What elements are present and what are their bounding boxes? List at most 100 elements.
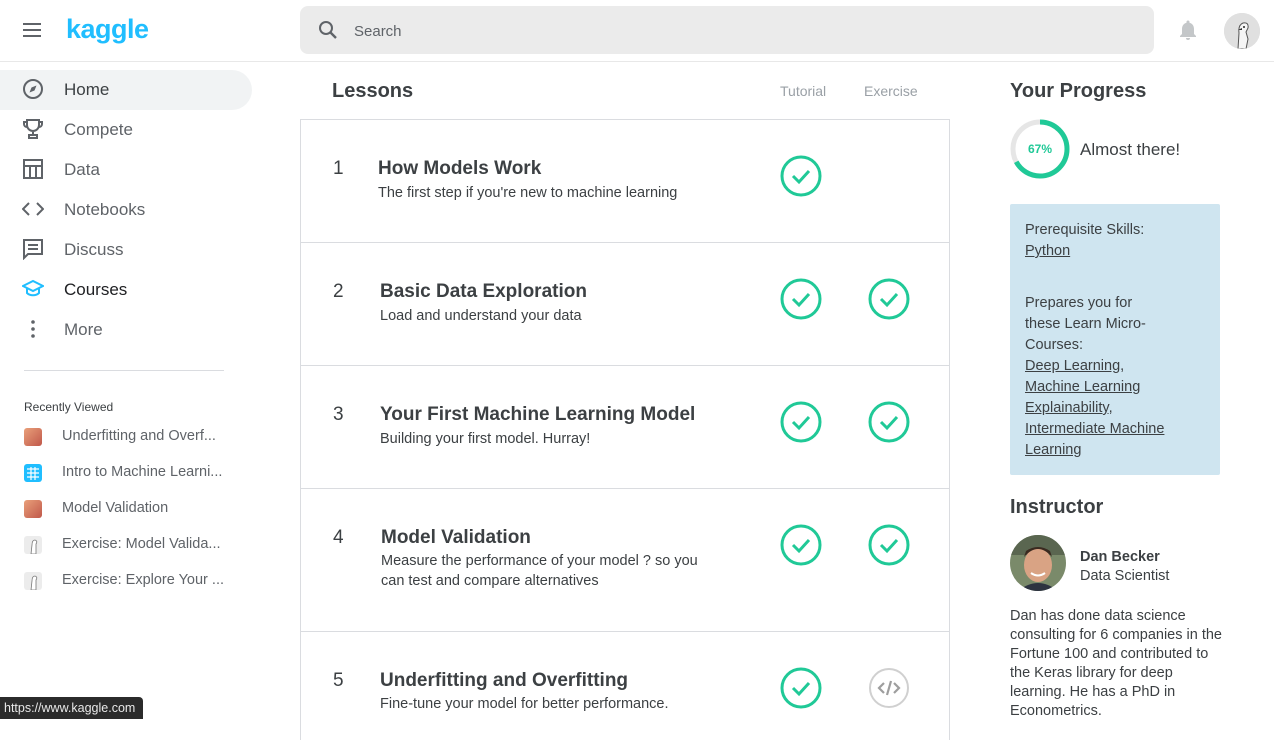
lesson-row[interactable]: 1 How Models Work The first step if you'… (301, 120, 949, 243)
compass-icon (23, 79, 43, 99)
lesson-description: The first step if you're new to machine … (378, 185, 678, 201)
graduation-cap-icon (22, 279, 44, 297)
lesson-number: 4 (333, 527, 344, 548)
goose-thumbnail-icon (24, 572, 42, 590)
lesson-title[interactable]: Model Validation (381, 527, 531, 549)
notifications-bell-icon[interactable] (1176, 18, 1200, 47)
sidebar: Home Compete Data Notebooks Discuss Cour… (0, 62, 260, 719)
prepares-text-line: Prepares you for (1025, 295, 1133, 311)
tutorial-complete-check-icon[interactable] (780, 401, 822, 443)
ml-explainability-link[interactable]: Explainability (1025, 400, 1109, 416)
course-thumbnail-icon (24, 428, 42, 446)
sidebar-item-home[interactable]: Home (0, 70, 252, 110)
user-avatar[interactable] (1224, 13, 1260, 49)
progress-message: Almost there! (1080, 140, 1181, 159)
status-bar-url: https://www.kaggle.com (0, 697, 144, 719)
python-link[interactable]: Python (1025, 243, 1070, 259)
prereq-skills-label: Prerequisite Skills: (1025, 222, 1145, 238)
lesson-number: 5 (333, 670, 344, 691)
instructor-avatar[interactable] (1010, 535, 1066, 591)
goose-thumbnail-icon (24, 536, 42, 554)
recent-item[interactable]: Model Validation (0, 495, 252, 525)
sidebar-item-label: More (64, 320, 103, 339)
recent-item[interactable]: Underfitting and Overf... (0, 423, 252, 453)
sidebar-item-courses[interactable]: Courses (0, 270, 252, 310)
sidebar-item-data[interactable]: Data (0, 150, 252, 190)
lessons-heading: Lessons (332, 80, 414, 102)
sidebar-item-label: Data (64, 160, 100, 179)
sidebar-item-discuss[interactable]: Discuss (0, 230, 252, 270)
lesson-description: Fine-tune your model for better performa… (380, 696, 669, 712)
prerequisites-panel: Prerequisite Skills: Python Prepares you… (1010, 204, 1220, 475)
sidebar-item-label: Discuss (64, 240, 124, 259)
recently-viewed-heading: Recently Viewed (24, 400, 114, 414)
exercise-column-header: Exercise (864, 83, 918, 99)
tutorial-complete-check-icon[interactable] (780, 524, 822, 566)
instructor-heading: Instructor (1010, 496, 1104, 518)
exercise-complete-check-icon[interactable] (868, 401, 910, 443)
intermediate-ml-link[interactable]: Intermediate Machine (1025, 421, 1164, 437)
recent-item[interactable]: Exercise: Model Valida... (0, 531, 252, 561)
lesson-title[interactable]: Underfitting and Overfitting (380, 670, 628, 692)
tutorial-column-header: Tutorial (780, 83, 827, 99)
search-bar[interactable] (300, 6, 1154, 56)
instructor-bio: Dan has done data science consulting for… (1010, 608, 1222, 719)
tutorial-complete-check-icon[interactable] (780, 155, 822, 197)
lesson-number: 2 (333, 281, 344, 302)
sidebar-item-compete[interactable]: Compete (0, 110, 252, 150)
progress-heading: Your Progress (1010, 80, 1147, 102)
prepares-text-line: Courses: (1025, 337, 1084, 353)
comment-icon (23, 239, 43, 260)
search-input[interactable] (352, 6, 1136, 56)
search-icon (319, 21, 337, 39)
lesson-row[interactable]: 4 Model Validation Measure the performan… (301, 489, 949, 632)
top-bar: kaggle (0, 0, 1274, 62)
sidebar-item-label: Home (64, 80, 110, 99)
kaggle-logo[interactable]: kaggle (66, 14, 149, 45)
recent-item-label: Intro to Machine Learni... (62, 464, 223, 480)
deep-learning-link[interactable]: Deep Learning (1025, 358, 1120, 374)
lesson-row[interactable]: 5 Underfitting and Overfitting Fine-tune… (301, 632, 949, 742)
exercise-complete-check-icon[interactable] (868, 524, 910, 566)
sidebar-item-notebooks[interactable]: Notebooks (0, 190, 252, 230)
progress-percent: 67% (1028, 142, 1052, 156)
prepares-text-line: these Learn Micro- (1025, 316, 1146, 332)
lesson-description: Measure the performance of your model ? … (381, 553, 698, 589)
recent-item[interactable]: Exercise: Explore Your ... (0, 567, 252, 597)
recent-item-label: Exercise: Explore Your ... (62, 572, 224, 588)
tutorial-complete-check-icon[interactable] (780, 278, 822, 320)
sidebar-item-more[interactable]: More (0, 310, 252, 350)
lesson-description: Building your first model. Hurray! (380, 431, 591, 447)
hamburger-menu-icon[interactable] (20, 18, 44, 42)
recent-item-label: Exercise: Model Valida... (62, 536, 221, 552)
recent-item-label: Underfitting and Overf... (62, 428, 216, 444)
lesson-title[interactable]: Your First Machine Learning Model (380, 404, 695, 426)
ml-explainability-link[interactable]: Machine Learning (1025, 379, 1140, 395)
sidebar-item-label: Compete (64, 120, 133, 139)
lesson-number: 1 (333, 158, 344, 179)
exercise-code-icon[interactable] (868, 667, 910, 709)
lesson-number: 3 (333, 404, 344, 425)
more-vertical-icon (31, 320, 35, 338)
exercise-complete-check-icon[interactable] (868, 278, 910, 320)
lesson-title[interactable]: Basic Data Exploration (380, 281, 587, 303)
sidebar-divider (24, 370, 224, 371)
trophy-icon (23, 119, 43, 139)
instructor-name[interactable]: Dan Becker (1080, 549, 1160, 565)
notebook-thumbnail-icon (24, 464, 42, 482)
lesson-row[interactable]: 3 Your First Machine Learning Model Buil… (301, 366, 949, 489)
lesson-row[interactable]: 2 Basic Data Exploration Load and unders… (301, 243, 949, 366)
lesson-title[interactable]: How Models Work (378, 158, 541, 180)
recent-item[interactable]: Intro to Machine Learni... (0, 459, 252, 489)
lessons-list: 1 How Models Work The first step if you'… (300, 119, 950, 740)
lesson-description: Load and understand your data (380, 308, 582, 324)
code-icon (22, 202, 44, 216)
sidebar-item-label: Notebooks (64, 200, 146, 219)
progress-ring: 67% (1010, 119, 1070, 179)
sidebar-item-label: Courses (64, 280, 128, 299)
intermediate-ml-link[interactable]: Learning (1025, 442, 1081, 458)
tutorial-complete-check-icon[interactable] (780, 667, 822, 709)
course-thumbnail-icon (24, 500, 42, 518)
recent-item-label: Model Validation (62, 500, 169, 516)
table-icon (23, 159, 43, 179)
